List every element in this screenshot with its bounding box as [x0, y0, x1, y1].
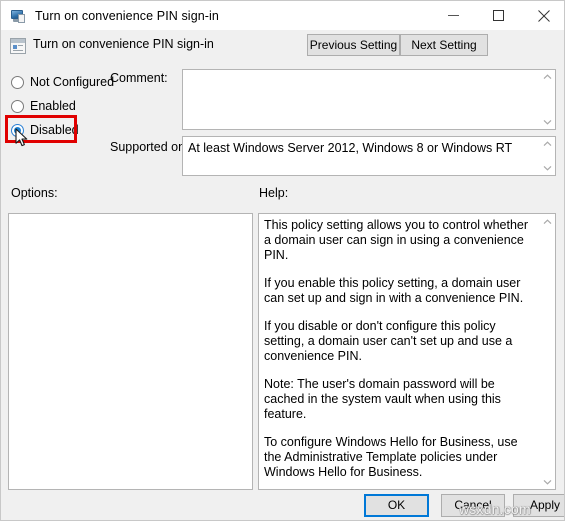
comment-input[interactable]	[182, 69, 556, 130]
radio-enabled[interactable]: Enabled	[11, 97, 76, 115]
help-paragraph: This policy setting allows you to contro…	[264, 218, 529, 262]
policy-setting-icon	[10, 8, 26, 24]
help-paragraph: If you disable or don't configure this p…	[264, 319, 513, 363]
radio-not-configured[interactable]: Not Configured	[11, 73, 114, 91]
ok-button[interactable]: OK	[364, 494, 429, 517]
group-policy-icon	[10, 38, 26, 54]
supported-on-label: Supported on:	[110, 140, 189, 154]
scroll-up-icon[interactable]	[539, 214, 555, 229]
supported-on-value: At least Windows Server 2012, Windows 8 …	[188, 141, 513, 155]
scroll-up-icon[interactable]	[539, 70, 555, 84]
scroll-down-icon[interactable]	[539, 161, 555, 175]
setting-title: Turn on convenience PIN sign-in	[33, 37, 214, 51]
title-bar: Turn on convenience PIN sign-in	[1, 1, 564, 30]
help-scrollbar[interactable]	[539, 214, 555, 489]
supported-on-scrollbar[interactable]	[539, 137, 555, 175]
policy-setting-dialog: Turn on convenience PIN sign-in Turn on …	[0, 0, 565, 521]
apply-button[interactable]: Apply	[513, 494, 564, 517]
scroll-down-icon[interactable]	[539, 115, 555, 129]
cancel-button[interactable]: Cancel	[441, 494, 505, 517]
radio-enabled-mark[interactable]	[11, 99, 24, 113]
window-controls	[431, 1, 564, 30]
radio-not-configured-label: Not Configured	[30, 75, 115, 89]
close-icon[interactable]	[521, 1, 564, 30]
maximize-icon[interactable]	[476, 1, 521, 30]
radio-enabled-label: Enabled	[30, 99, 76, 113]
scroll-up-icon[interactable]	[539, 137, 555, 151]
comment-scrollbar[interactable]	[539, 70, 555, 129]
comment-label: Comment:	[110, 71, 168, 85]
options-label: Options:	[11, 186, 58, 200]
help-paragraph: If you enable this policy setting, a dom…	[264, 276, 524, 305]
radio-disabled[interactable]: Disabled	[11, 121, 79, 139]
help-paragraph: To configure Windows Hello for Business,…	[264, 435, 518, 479]
previous-setting-button[interactable]: Previous Setting	[307, 34, 400, 56]
radio-not-configured-mark[interactable]	[11, 75, 24, 89]
window-title: Turn on convenience PIN sign-in	[35, 8, 219, 23]
next-setting-button[interactable]: Next Setting	[400, 34, 488, 56]
radio-disabled-label: Disabled	[30, 123, 79, 137]
help-label: Help:	[259, 186, 289, 200]
scroll-down-icon[interactable]	[539, 474, 555, 489]
help-text: This policy setting allows you to contro…	[264, 218, 529, 480]
options-panel[interactable]	[8, 213, 253, 490]
minimize-icon[interactable]	[431, 1, 476, 30]
help-paragraph: Note: The user's domain password will be…	[264, 377, 501, 421]
help-panel[interactable]: This policy setting allows you to contro…	[258, 213, 556, 490]
radio-disabled-mark[interactable]	[11, 123, 24, 137]
supported-on-field[interactable]: At least Windows Server 2012, Windows 8 …	[182, 136, 556, 176]
